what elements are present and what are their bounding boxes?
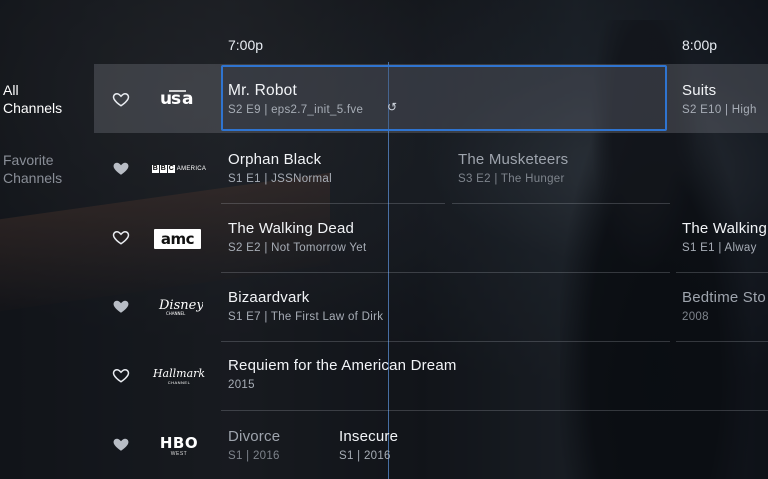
timeline-slot-7pm: 7:00p [228,37,264,53]
program-subtitle: S1 | 2016 [339,450,391,462]
row-separator [452,203,670,204]
bbc-america-logo: B B C AMERICA [151,165,207,173]
program-subtitle: 2015 [228,379,255,391]
hbo-west-logo: HBO WEST [158,434,200,458]
heart-icon[interactable] [112,228,130,246]
program-title: Bizaardvark [228,289,310,306]
heart-icon[interactable] [112,159,130,177]
program-the-walking-dead[interactable]: The Walking Dead S2 E2 | Not Tomorrow Ye… [228,220,366,254]
program-title: The Walking [682,220,768,237]
heart-icon[interactable] [112,435,130,453]
sidebar-item-all-channels[interactable]: All Channels [3,81,62,117]
program-title: The Walking Dead [228,220,355,237]
usa-network-logo: u s a [160,89,193,109]
program-subtitle: S1 E1 | Alway [682,242,757,254]
program-title: Mr. Robot [228,82,297,99]
program-walking-clip: The Walking S1 E1 | Alway [676,220,768,280]
hallmark-logo-sub: CHANNEL [167,380,191,385]
hallmark-logo-wordmark: Hallmark [152,367,206,380]
program-suits[interactable]: Suits S2 E10 | High [682,82,757,116]
program-orphan-black[interactable]: Orphan Black S1 E1 | JSSNormal [228,151,332,185]
amc-logo-text: amc [160,230,195,248]
hbo-logo-wordmark: HBO [159,433,199,452]
program-subtitle: 2008 [682,311,709,323]
program-title: Orphan Black [228,151,322,168]
program-insecure[interactable]: Insecure S1 | 2016 [339,428,398,462]
program-bedtime-stories[interactable]: Bedtime Sto 2008 [682,289,766,323]
program-divorce[interactable]: Divorce S1 | 2016 [228,428,280,462]
row-separator [221,410,768,411]
program-subtitle: S1 | 2016 [228,450,280,462]
program-subtitle: S2 E2 | Not Tomorrow Yet [228,242,367,254]
program-bizaardvark[interactable]: Bizaardvark S1 E7 | The First Law of Dir… [228,289,383,323]
program-title: Suits [682,82,717,99]
svg-text:s: s [171,89,181,109]
disney-channel-logo: Disney CHANNEL [158,298,203,316]
program-title: The Musketeers [458,151,569,168]
program-subtitle: S2 E9 | eps2.7_init_5.fve [228,104,364,116]
row-separator [221,272,670,273]
sidebar-item-favorite-channels[interactable]: Favorite Channels [3,151,62,187]
hbo-logo-sub: WEST [170,450,188,457]
svg-text:a: a [182,89,193,109]
sidebar-item-label-line1: All [3,82,19,98]
hallmark-channel-logo: Hallmark CHANNEL [153,364,205,388]
program-bedtime-clip: Bedtime Sto 2008 [676,289,768,349]
sidebar-item-label-line2: Channels [3,170,63,186]
program-mr-robot[interactable]: Mr. Robot S2 E9 | eps2.7_init_5.fve [228,82,363,116]
amc-logo: amc [154,229,201,249]
program-requiem[interactable]: Requiem for the American Dream 2015 [228,357,457,391]
loading-icon: ↺ [387,100,398,114]
sidebar-item-label-line2: Channels [3,100,63,116]
sidebar-item-label-line1: Favorite [3,152,54,168]
program-the-musketeers[interactable]: The Musketeers S3 E2 | The Hunger [458,151,568,185]
heart-icon[interactable] [112,297,130,315]
program-the-walking-dead-next[interactable]: The Walking S1 E1 | Alway [682,220,767,254]
program-title: Divorce [228,428,281,445]
program-title: Requiem for the American Dream [228,357,457,374]
program-title: Insecure [339,428,399,445]
program-subtitle: S2 E10 | High [682,104,757,116]
heart-icon[interactable] [112,366,130,384]
row-separator [221,341,670,342]
program-suits-clip: Suits S2 E10 | High [676,82,768,142]
program-subtitle: S1 E1 | JSSNormal [228,173,332,185]
row-separator [221,203,445,204]
program-title: Bedtime Sto [682,289,766,306]
program-subtitle: S1 E7 | The First Law of Dirk [228,311,384,323]
heart-icon[interactable] [112,90,130,108]
timeline-slot-8pm: 8:00p [682,37,718,53]
program-subtitle: S3 E2 | The Hunger [458,173,565,185]
svg-text:CHANNEL: CHANNEL [166,311,186,316]
